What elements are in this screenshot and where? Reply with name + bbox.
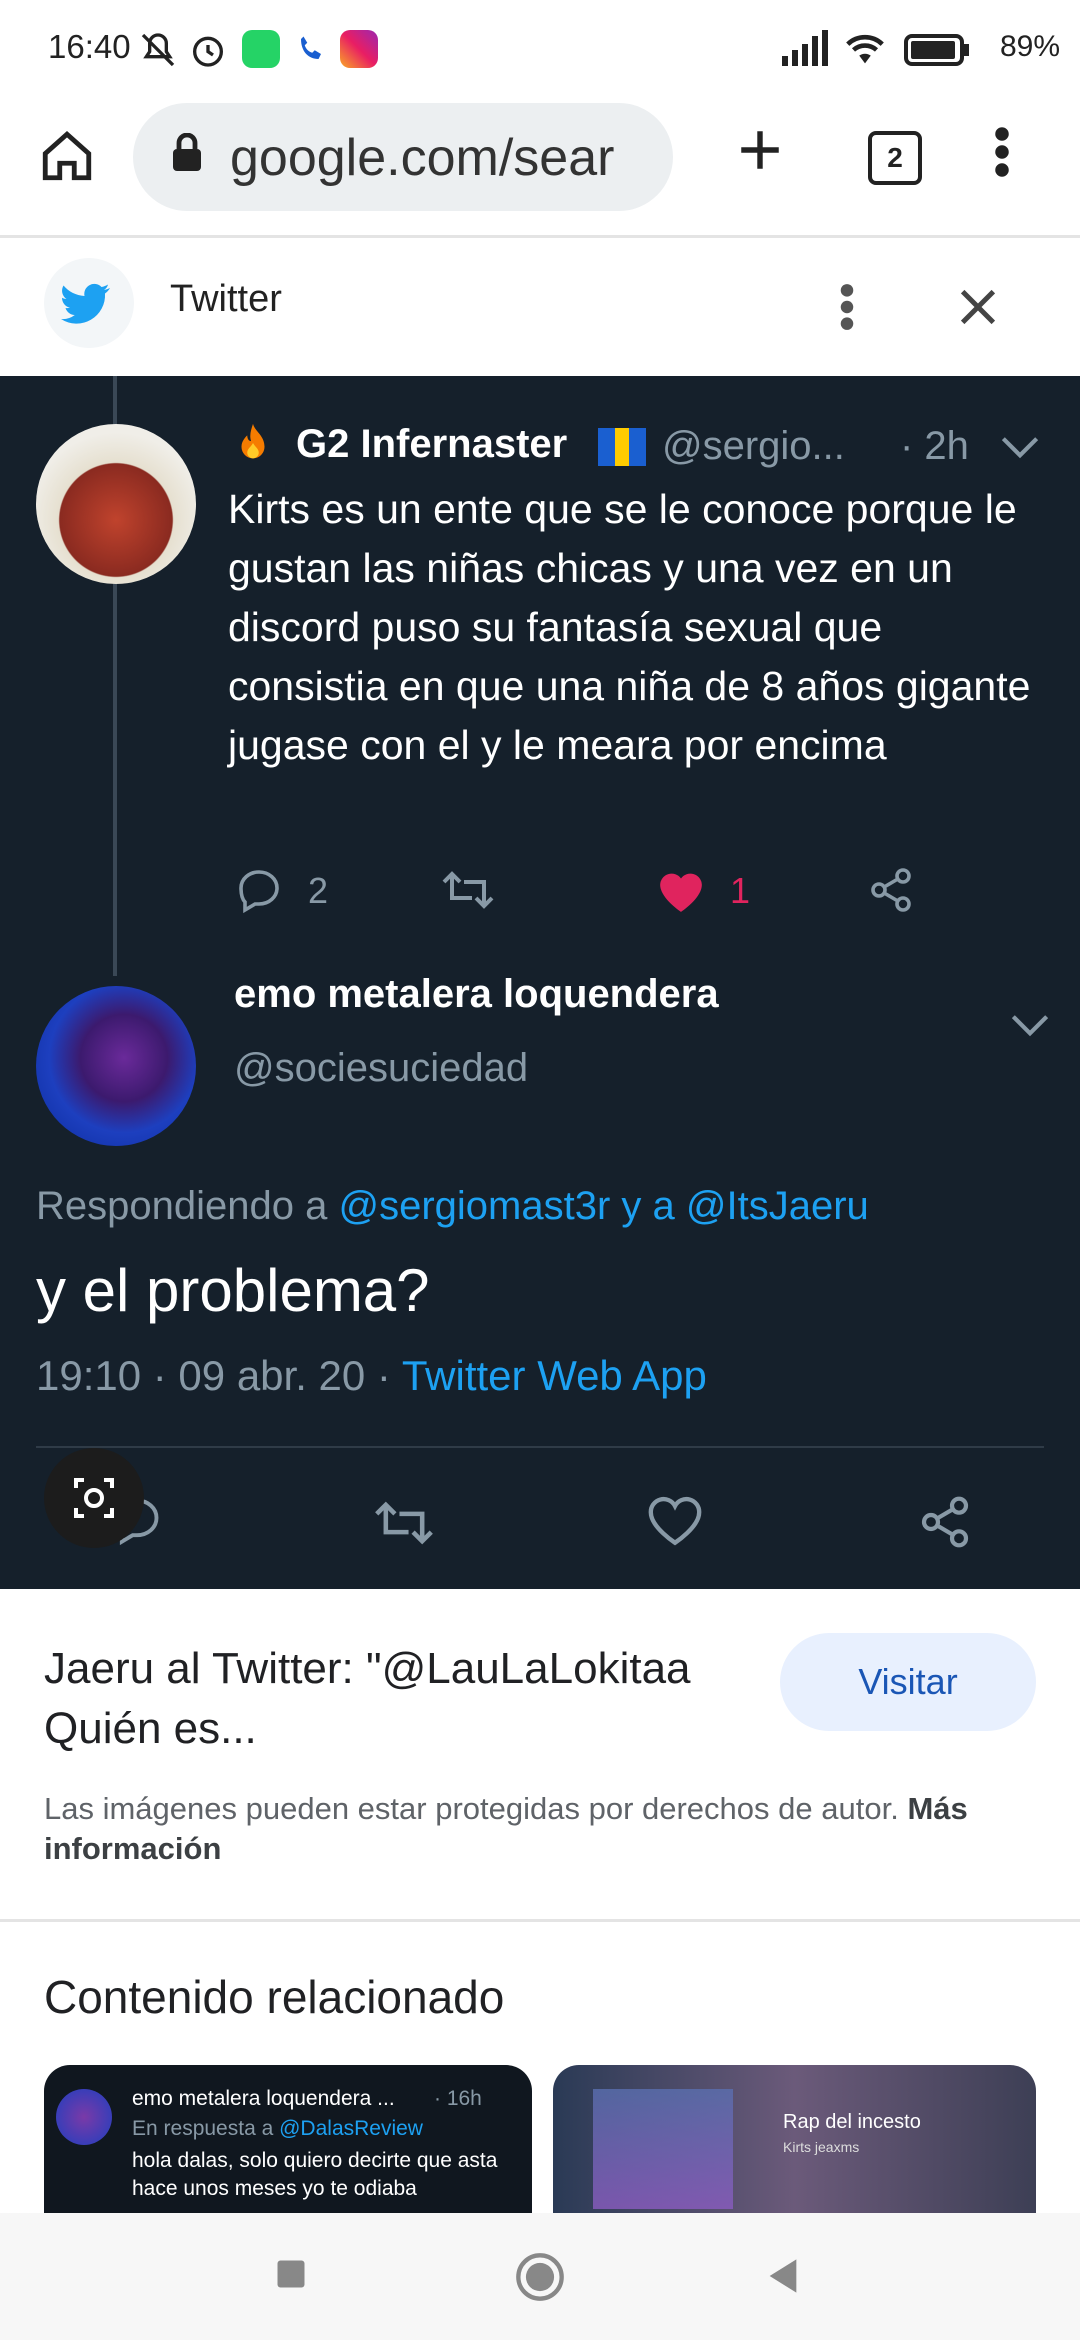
lock-icon bbox=[170, 133, 204, 173]
avatar[interactable] bbox=[36, 986, 196, 1146]
retweet-icon[interactable] bbox=[372, 1498, 436, 1548]
browser-toolbar: google.com/sear 2 bbox=[0, 95, 1080, 238]
tweet-display-name[interactable]: G2 Infernaster bbox=[296, 422, 567, 467]
copyright-disclaimer: Las imágenes pueden estar protegidas por… bbox=[44, 1789, 1044, 1869]
wifi-icon bbox=[842, 28, 888, 68]
tweet-age: · 2h bbox=[900, 424, 969, 468]
home-icon[interactable] bbox=[36, 127, 98, 185]
tweet-timestamp: 19:10 · 09 abr. 20 · bbox=[36, 1352, 391, 1399]
new-tab-icon[interactable] bbox=[735, 125, 785, 175]
battery-icon bbox=[904, 34, 970, 66]
status-time: 16:40 bbox=[48, 28, 131, 65]
like-count: 1 bbox=[730, 870, 751, 911]
recents-icon[interactable] bbox=[273, 2256, 309, 2292]
retweet-icon[interactable] bbox=[440, 868, 496, 912]
tweet-source[interactable]: Twitter Web App bbox=[402, 1352, 707, 1399]
related-heading: Contenido relacionado bbox=[44, 1971, 505, 2023]
tweet-text: Kirts es un ente que se le conoce porque… bbox=[228, 486, 1031, 768]
url-text[interactable]: google.com/sear bbox=[230, 128, 650, 188]
phone-icon bbox=[296, 32, 326, 66]
reply-icon[interactable] bbox=[234, 866, 284, 914]
back-icon[interactable] bbox=[764, 2256, 802, 2296]
heart-icon[interactable] bbox=[646, 1494, 704, 1548]
share-icon[interactable] bbox=[916, 1494, 974, 1550]
chevron-down-icon[interactable] bbox=[1000, 434, 1040, 460]
tweet-text: y el problema? bbox=[36, 1257, 430, 1324]
tweet-thread: G2 Infernaster @sergio... · 2h Kirts es … bbox=[0, 376, 1080, 1589]
tab-switcher-button[interactable]: 2 bbox=[868, 131, 922, 185]
more-menu-icon[interactable] bbox=[992, 125, 1012, 179]
image-result-panel: Jaeru al Twitter: "@LauLaLokitaa Quién e… bbox=[0, 1589, 1080, 1919]
heart-filled-icon[interactable] bbox=[656, 868, 706, 914]
share-icon[interactable] bbox=[866, 866, 916, 914]
flag-icon bbox=[598, 428, 646, 466]
card-label: Rap del incesto bbox=[783, 2111, 921, 2133]
card-sub: Kirts jeaxms bbox=[783, 2139, 860, 2155]
card-reply-to: En respuesta a @DalasReview bbox=[132, 2117, 423, 2141]
tweet-handle[interactable]: @sociesuciedad bbox=[234, 1046, 528, 1091]
replying-users[interactable]: @sergiomast3r y a @ItsJaeru bbox=[338, 1184, 868, 1228]
card-reply-user: @DalasReview bbox=[279, 2117, 423, 2140]
tweet-display-name[interactable]: emo metalera loquendera bbox=[234, 972, 719, 1017]
status-bar: 16:40 89% bbox=[0, 0, 1080, 95]
related-card[interactable]: Rap del incesto Kirts jeaxms bbox=[553, 2065, 1036, 2215]
lens-button[interactable] bbox=[44, 1448, 144, 1548]
disclaimer-text: Las imágenes pueden estar protegidas por… bbox=[44, 1791, 899, 1826]
visit-button[interactable]: Visitar bbox=[780, 1633, 1036, 1731]
divider bbox=[0, 1919, 1080, 1922]
related-card[interactable]: emo metalera loquendera ... · 16h En res… bbox=[44, 2065, 532, 2215]
card-thumbnail bbox=[593, 2089, 733, 2209]
close-icon[interactable] bbox=[955, 284, 1001, 330]
card-text: hola dalas, solo quiero decirte que asta… bbox=[132, 2149, 498, 2200]
avatar[interactable] bbox=[36, 424, 196, 584]
card-age: · 16h bbox=[434, 2087, 482, 2110]
replying-prefix: Respondiendo a bbox=[36, 1184, 328, 1228]
tweet-handle[interactable]: @sergio... bbox=[662, 424, 845, 469]
card-reply-prefix: En respuesta a bbox=[132, 2117, 274, 2140]
divider bbox=[36, 1446, 1044, 1448]
embed-more-icon[interactable] bbox=[838, 282, 856, 332]
reply-count: 2 bbox=[308, 870, 329, 911]
home-nav-icon[interactable] bbox=[514, 2251, 566, 2303]
alarm-icon bbox=[188, 30, 228, 70]
chevron-down-icon[interactable] bbox=[1010, 1012, 1050, 1038]
tweet-meta: 19:10 · 09 abr. 20 · Twitter Web App bbox=[36, 1352, 707, 1400]
fire-emoji-icon bbox=[230, 420, 276, 466]
twitter-logo-icon bbox=[44, 258, 134, 348]
embed-title: Twitter bbox=[170, 278, 282, 320]
replying-to: Respondiendo a @sergiomast3r y a @ItsJae… bbox=[36, 1184, 869, 1229]
avatar bbox=[56, 2089, 112, 2145]
mute-icon bbox=[138, 30, 178, 70]
whatsapp-icon bbox=[242, 30, 280, 68]
embed-header: Twitter bbox=[0, 238, 1080, 376]
system-nav-bar bbox=[0, 2213, 1080, 2340]
signal-icon bbox=[780, 30, 828, 66]
battery-percent: 89% bbox=[999, 30, 1060, 63]
result-title[interactable]: Jaeru al Twitter: "@LauLaLokitaa Quién e… bbox=[44, 1639, 744, 1759]
instagram-icon bbox=[340, 30, 378, 68]
card-name: emo metalera loquendera ... bbox=[132, 2087, 395, 2110]
